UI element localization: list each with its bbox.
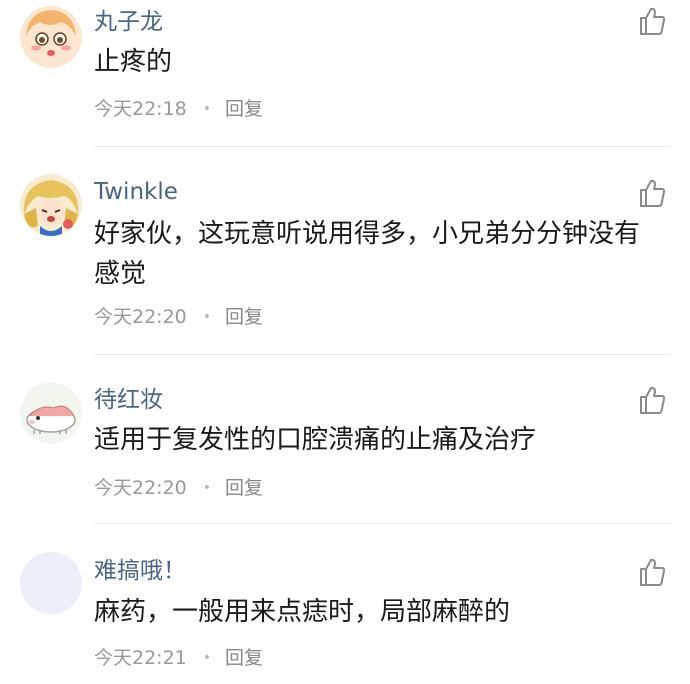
avatar[interactable] xyxy=(20,174,82,236)
comment-author[interactable]: 待红妆 xyxy=(94,385,163,415)
comment-item: 丸子龙 止疼的 今天22:18 • 回复 xyxy=(0,0,690,147)
thumbs-up-icon[interactable] xyxy=(638,385,666,415)
avatar[interactable] xyxy=(20,382,82,444)
separator-dot: • xyxy=(202,101,212,117)
comment-text: 好家伙，这玩意听说用得多，小兄弟分分钟没有感觉 xyxy=(94,219,641,289)
divider xyxy=(94,354,670,355)
comment-author[interactable]: 难搞哦！ xyxy=(94,556,186,586)
comment-author[interactable]: Twinkle xyxy=(94,177,178,207)
comment-text: 止疼的 xyxy=(94,47,173,77)
comment-time: 今天22:20 xyxy=(94,306,187,328)
comment-meta: 今天22:21 • 回复 xyxy=(94,646,263,670)
avatar[interactable] xyxy=(20,552,82,614)
comment-text: 麻药，一般用来点痣时，局部麻醉的 xyxy=(94,597,511,627)
separator-dot: • xyxy=(202,480,212,496)
thumbs-up-icon[interactable] xyxy=(638,557,666,587)
avatar[interactable] xyxy=(20,6,82,68)
separator-dot: • xyxy=(202,309,212,325)
reply-button[interactable]: 回复 xyxy=(225,306,263,328)
thumbs-up-icon[interactable] xyxy=(638,178,666,208)
comment-text: 适用于复发性的口腔溃痛的止痛及治疗 xyxy=(94,425,537,455)
comment-item: 难搞哦！ 麻药，一般用来点痣时，局部麻醉的 今天22:21 • 回复 xyxy=(0,550,690,684)
separator-dot: • xyxy=(202,650,212,666)
reply-button[interactable]: 回复 xyxy=(225,647,263,669)
comment-meta: 今天22:18 • 回复 xyxy=(94,97,263,121)
comment-meta: 今天22:20 • 回复 xyxy=(94,476,263,500)
comment-meta: 今天22:20 • 回复 xyxy=(94,305,263,329)
comment-author[interactable]: 丸子龙 xyxy=(94,7,163,37)
reply-button[interactable]: 回复 xyxy=(225,98,263,120)
comment-time: 今天22:20 xyxy=(94,477,187,499)
comment-item: Twinkle 好家伙，这玩意听说用得多，小兄弟分分钟没有感觉 今天22:20 •… xyxy=(0,170,690,360)
divider xyxy=(94,146,670,147)
comment-time: 今天22:21 xyxy=(94,647,187,669)
reply-button[interactable]: 回复 xyxy=(225,477,263,499)
thumbs-up-icon[interactable] xyxy=(638,6,666,36)
comment-item: 待红妆 适用于复发性的口腔溃痛的止痛及治疗 今天22:20 • 回复 xyxy=(0,380,690,525)
comment-time: 今天22:18 xyxy=(94,98,187,120)
divider xyxy=(94,523,670,524)
